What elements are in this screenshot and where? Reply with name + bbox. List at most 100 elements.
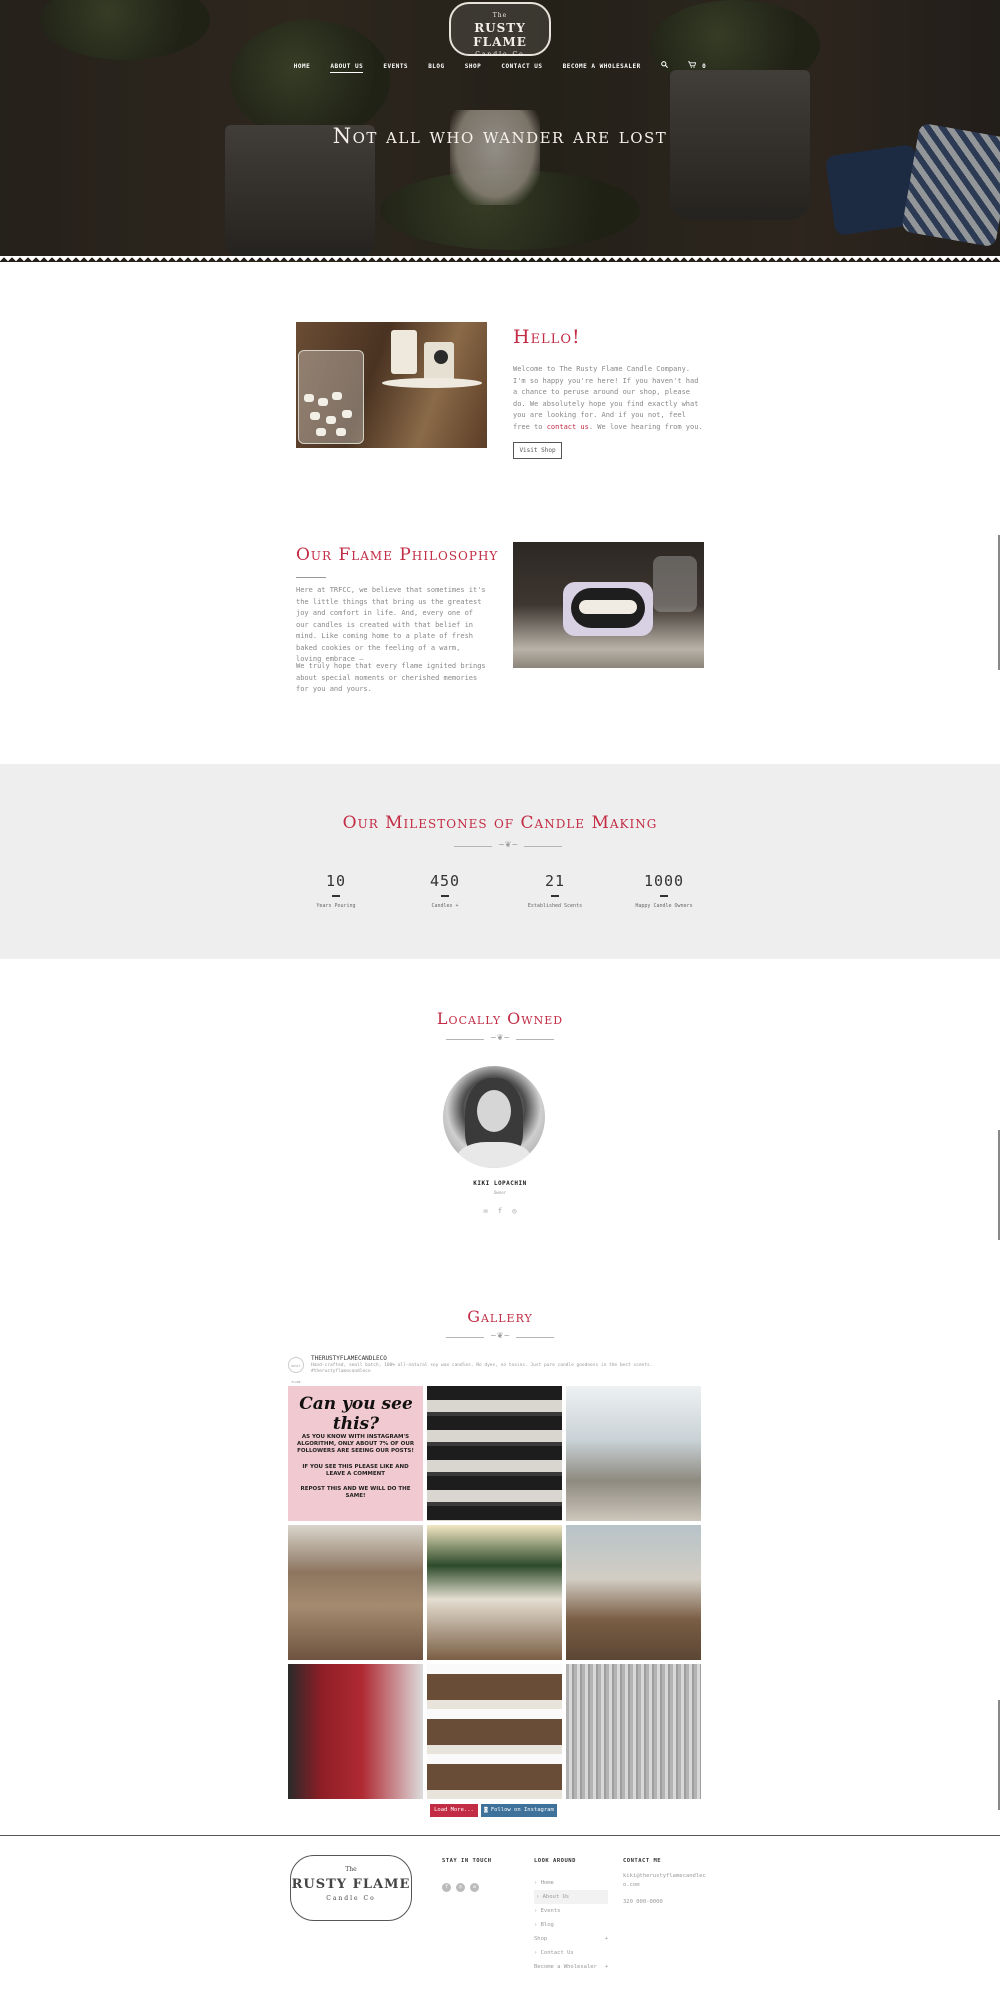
locally-owned-heading: Locally Owned — [436, 1009, 564, 1028]
hello-text: Welcome to The Rusty Flame Candle Compan… — [513, 365, 699, 431]
hello-heading: Hello! — [513, 326, 581, 348]
counter-label: Candles + — [431, 903, 459, 909]
footer-email[interactable]: kiki@therustyflamecandleco.com — [623, 1872, 708, 1890]
follow-instagram-button[interactable]: ◙ Follow on Instagram — [481, 1804, 557, 1817]
candle-jar-photo — [296, 322, 487, 448]
contact-me-heading: CONTACT ME — [623, 1858, 662, 1864]
cart-icon[interactable]: 0 — [687, 61, 707, 70]
owner-name: KIKI LOPACHIN — [473, 1180, 527, 1187]
instagram-icon[interactable]: ◎ — [456, 1883, 465, 1892]
footer-socials: f ◎ ✉ — [442, 1873, 484, 1892]
nav-item-become-wholesaler[interactable]: BECOME A WHOLESALER — [563, 63, 641, 70]
counter-label: Years Pouring — [316, 903, 356, 909]
shop-label: Shop — [534, 1936, 548, 1942]
counter-scents: 21 Established Scents — [495, 872, 615, 909]
owner-socials: ✉ f ◎ — [0, 1207, 1000, 1215]
stay-in-touch-heading: STAY IN TOUCH — [442, 1858, 492, 1864]
gallery-tile[interactable] — [566, 1386, 701, 1521]
philosophy-paragraph-2: We truly hope that every flame ignited b… — [296, 662, 486, 693]
nav-item-events[interactable]: EVENTS — [383, 63, 408, 70]
follow-label: Follow on Instagram — [490, 1807, 554, 1813]
facebook-icon[interactable]: f — [442, 1883, 451, 1892]
flourish-ornament: ~❦~ — [446, 1331, 556, 1342]
instagram-icon[interactable]: ◎ — [512, 1207, 516, 1215]
flourish-ornament: ~❦~ — [454, 840, 564, 851]
counter-owners: 1000 Happy Candle Owners — [604, 872, 724, 909]
tile-headline: Can you see this? — [299, 1394, 413, 1434]
hello-paragraph: Welcome to The Rusty Flame Candle Compan… — [513, 364, 703, 433]
visit-shop-button[interactable]: Visit Shop — [513, 442, 562, 459]
search-icon[interactable] — [661, 61, 668, 70]
gallery-tile[interactable] — [288, 1525, 423, 1660]
email-icon[interactable]: ✉ — [483, 1207, 487, 1215]
footer-contact: kiki@therustyflamecandleco.com 320 000-0… — [623, 1872, 708, 1907]
logo-top-line: The — [492, 12, 508, 19]
heading-underline — [296, 577, 326, 578]
counter-years: 10 Years Pouring — [276, 872, 396, 909]
contact-us-link[interactable]: contact us — [547, 423, 589, 431]
footer-link-contact-us[interactable]: › Contact Us — [534, 1946, 608, 1960]
brand-logo[interactable]: The RUSTY FLAME Candle Co — [449, 2, 551, 58]
counter-label: Established Scents — [527, 903, 583, 909]
owner-role: Owner — [493, 1190, 507, 1195]
footer-divider — [0, 1835, 1000, 1836]
counter-label: Happy Candle Owners — [635, 903, 693, 909]
gallery-tile[interactable] — [566, 1664, 701, 1799]
wholesaler-label: Become a Wholesaler — [534, 1964, 597, 1970]
counter-candles: 450 Candles + — [385, 872, 505, 909]
logo-sub-line: Candle Co — [475, 51, 525, 58]
wax-melts-photo — [513, 542, 704, 668]
cart-count: 0 — [702, 63, 707, 70]
nav-item-blog[interactable]: BLOG — [428, 63, 444, 70]
footer-link-home[interactable]: › Home — [534, 1876, 608, 1890]
main-nav: HOME ABOUT US EVENTS BLOG SHOP CONTACT U… — [0, 61, 1000, 73]
milestones-heading: Our Milestones of Candle Making — [342, 813, 658, 833]
footer-logo[interactable]: The RUSTY FLAME Candle Co — [290, 1855, 412, 1921]
counter-value: 1000 — [643, 872, 685, 890]
footer-link-shop[interactable]: Shop + — [534, 1932, 608, 1946]
expand-plus-icon[interactable]: + — [605, 1932, 608, 1946]
logo-name: RUSTY FLAME — [291, 1877, 411, 1892]
instagram-profile-header: RUSTY FLAME THERUSTYFLAMECANDLECO Hand-c… — [288, 1355, 702, 1384]
load-more-button[interactable]: Load More... — [430, 1804, 478, 1817]
expand-plus-icon[interactable]: + — [605, 1960, 608, 1974]
hero-banner: The RUSTY FLAME Candle Co HOME ABOUT US … — [0, 0, 1000, 262]
tile-text: IF YOU SEE THIS PLEASE LIKE AND LEAVE A … — [302, 1464, 409, 1477]
instagram-username[interactable]: THERUSTYFLAMECANDLECO — [311, 1355, 387, 1362]
counter-value: 21 — [544, 872, 566, 890]
tile-text: AS YOU KNOW WITH INSTAGRAM'S ALGORITHM, … — [296, 1434, 415, 1454]
gallery-heading: Gallery — [467, 1307, 533, 1326]
email-icon[interactable]: ✉ — [470, 1883, 479, 1892]
gallery-tile[interactable] — [566, 1525, 701, 1660]
milestones-section — [0, 764, 1000, 959]
nav-item-shop[interactable]: SHOP — [465, 63, 481, 70]
counter-value: 10 — [325, 872, 347, 890]
tile-text: REPOST THIS AND WE WILL DO THE SAME! — [300, 1486, 411, 1499]
nav-item-about-us[interactable]: ABOUT US — [330, 63, 364, 73]
hero-title: Not all who wander are lost — [332, 124, 668, 148]
counter-value: 450 — [429, 872, 461, 890]
footer-link-wholesaler[interactable]: Become a Wholesaler + — [534, 1960, 608, 1974]
logo-top-line: The — [345, 1866, 357, 1873]
gallery-tile[interactable] — [427, 1525, 562, 1660]
zigzag-divider — [0, 256, 1000, 262]
nav-item-contact-us[interactable]: CONTACT US — [501, 63, 542, 70]
gallery-tile[interactable]: Can you see this? AS YOU KNOW WITH INSTA… — [288, 1386, 423, 1521]
footer-menu: › Home › About Us › Events › Blog Shop + … — [534, 1876, 608, 1974]
nav-item-home[interactable]: HOME — [294, 63, 310, 70]
owner-avatar — [443, 1066, 545, 1168]
footer-link-blog[interactable]: › Blog — [534, 1918, 608, 1932]
instagram-avatar[interactable]: RUSTY FLAME — [288, 1357, 304, 1384]
facebook-icon[interactable]: f — [498, 1207, 502, 1215]
footer-link-events[interactable]: › Events — [534, 1904, 608, 1918]
gallery-tile[interactable] — [427, 1386, 562, 1521]
instagram-icon: ◙ — [484, 1807, 491, 1813]
philosophy-heading: Our Flame Philosophy — [296, 545, 499, 565]
flourish-ornament: ~❦~ — [446, 1033, 556, 1044]
gallery-tile[interactable] — [288, 1664, 423, 1799]
footer-link-about-us[interactable]: › About Us — [534, 1890, 608, 1904]
logo-name: RUSTY FLAME — [473, 21, 527, 49]
footer-phone[interactable]: 320 000-0000 — [623, 1898, 708, 1907]
instagram-bio: Hand-crafted, small batch, 100% all-natu… — [311, 1363, 653, 1374]
gallery-tile[interactable] — [427, 1664, 562, 1799]
